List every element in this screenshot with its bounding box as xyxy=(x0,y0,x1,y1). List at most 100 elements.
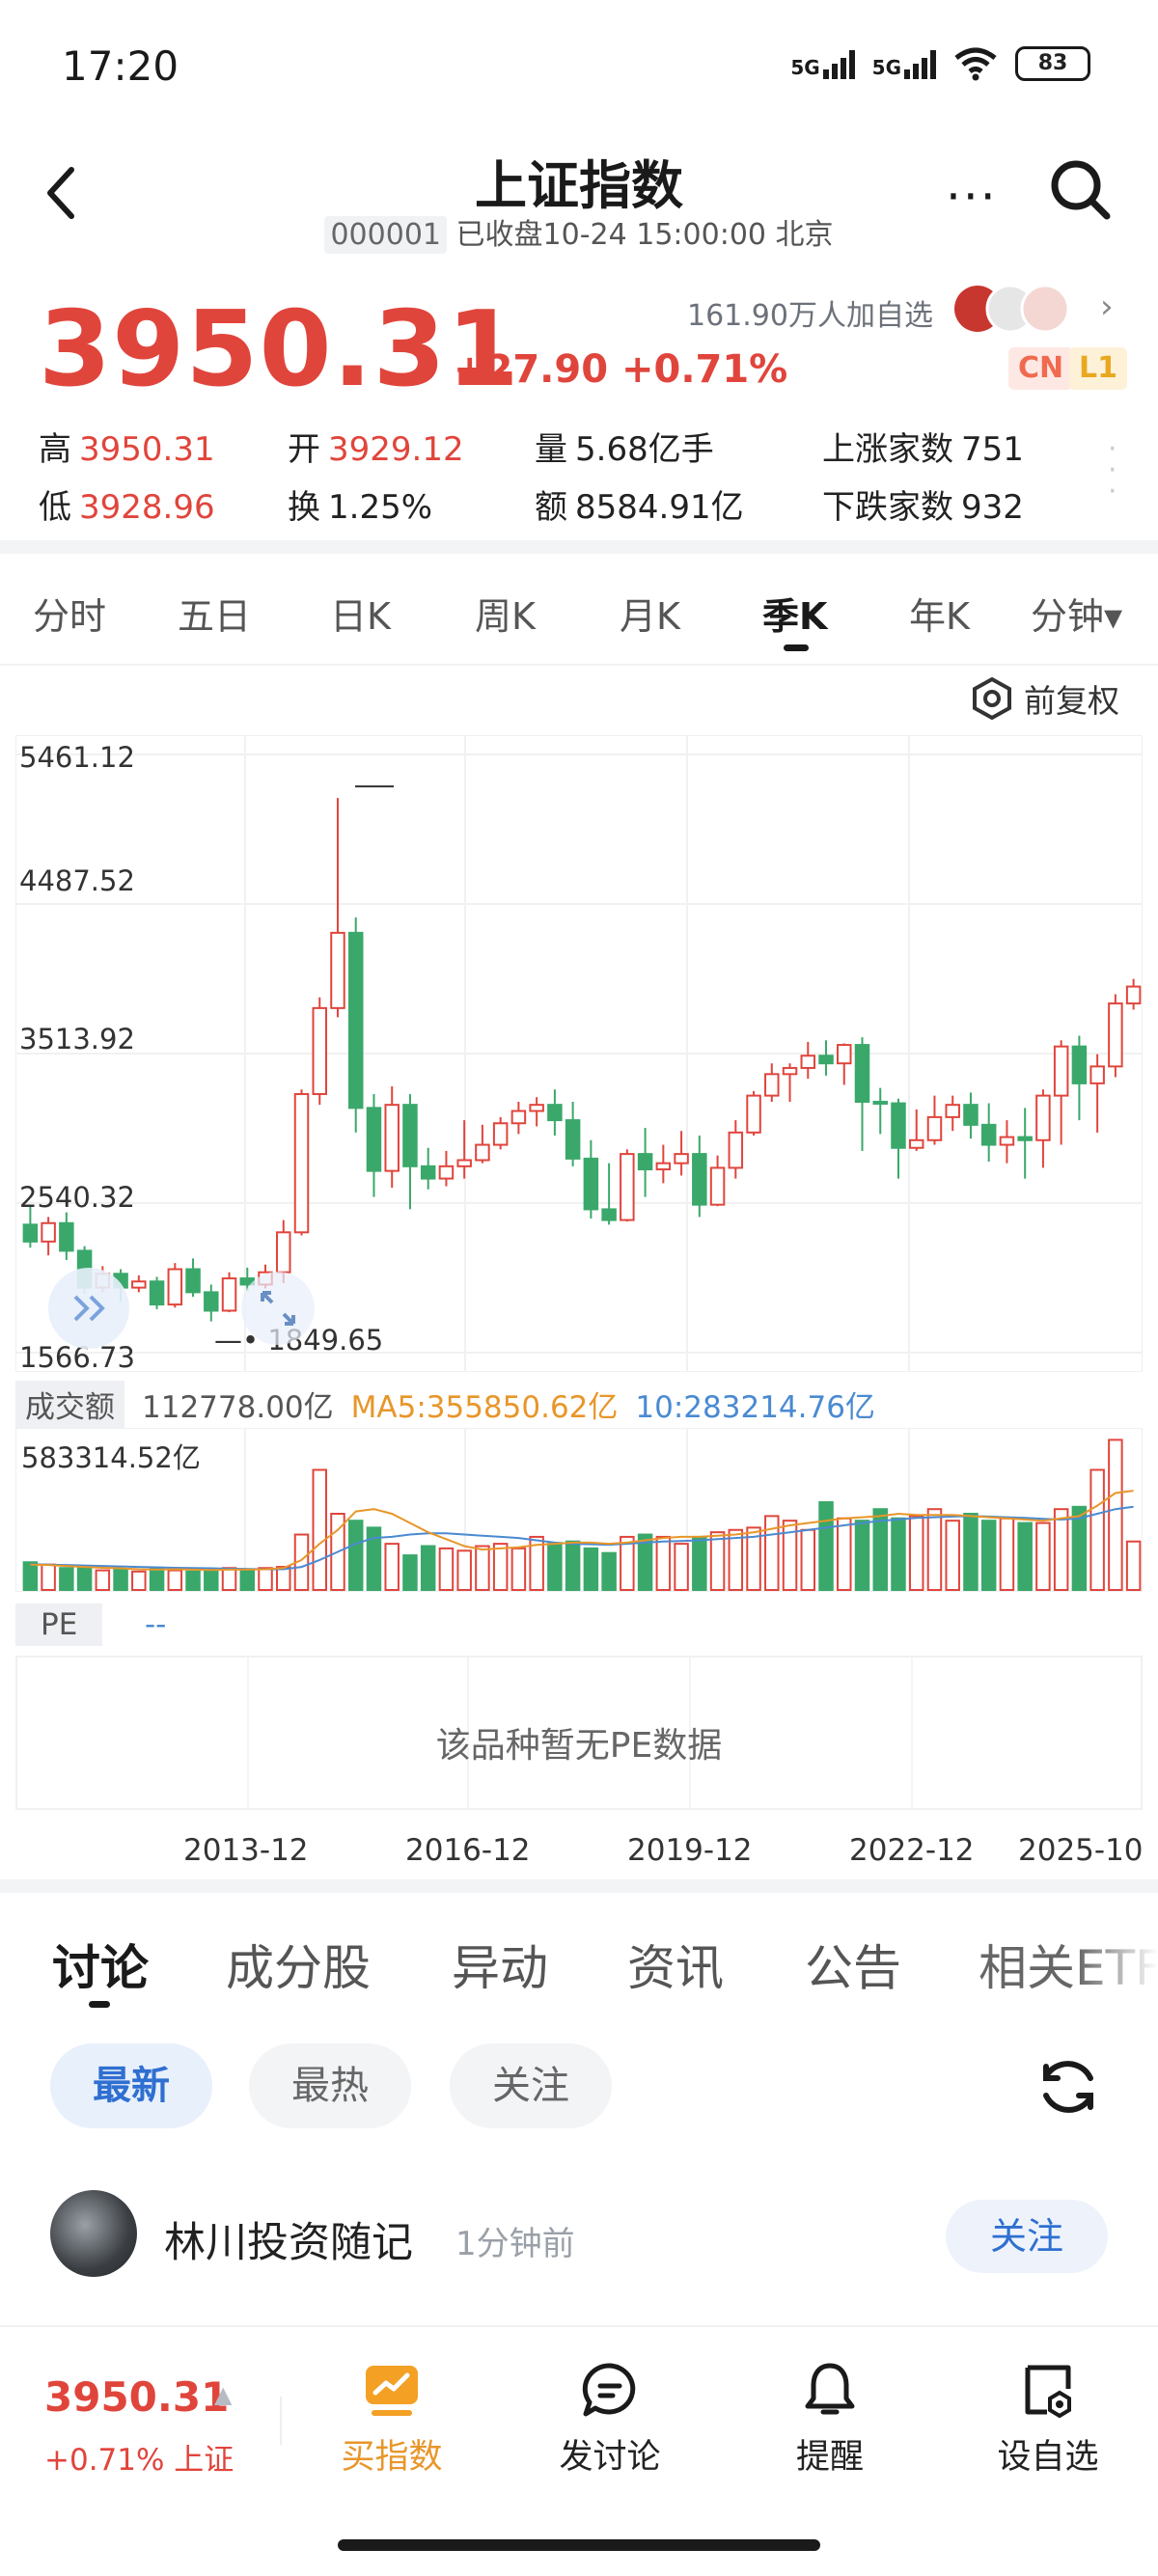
stat-open: 开 3929.12 xyxy=(288,430,464,469)
candle xyxy=(782,1063,798,1102)
x-tick-label: 2019-12 xyxy=(627,1833,753,1868)
candle xyxy=(330,798,345,1018)
watchlist-settings-icon xyxy=(1025,2365,1071,2419)
volume-bar xyxy=(312,1468,327,1591)
volume-bar xyxy=(22,1561,39,1591)
volume-bar xyxy=(149,1567,165,1591)
volume-bar xyxy=(800,1528,816,1591)
add-watchlist-button[interactable]: 设自选 xyxy=(971,2360,1125,2479)
filter-hot[interactable]: 最热 xyxy=(249,2043,411,2128)
watchers-count[interactable]: 161.90万人加自选 xyxy=(687,291,933,334)
candle xyxy=(312,997,327,1106)
more-stats-icon[interactable]: · · · xyxy=(1108,435,1117,507)
alert-button[interactable]: 提醒 xyxy=(753,2360,907,2479)
tab-constituents[interactable]: 成分股 xyxy=(226,1930,371,1999)
divider xyxy=(0,540,1158,554)
volume-max-label: 583314.52亿 xyxy=(21,1441,201,1474)
tab-movements[interactable]: 异动 xyxy=(452,1930,548,1999)
volume-bar xyxy=(41,1563,56,1592)
tab-yearly-k[interactable]: 年K xyxy=(909,587,970,640)
candle xyxy=(402,1094,418,1210)
refresh-icon[interactable] xyxy=(1034,2053,1102,2121)
turnover-value: 112778.00亿 xyxy=(142,1389,334,1425)
stock-code: 000001 xyxy=(324,216,447,254)
search-icon[interactable] xyxy=(1047,156,1115,224)
volume-bar xyxy=(999,1517,1015,1591)
market-tag-cn: CN xyxy=(1008,347,1074,390)
candle xyxy=(999,1120,1015,1164)
filter-following[interactable]: 关注 xyxy=(450,2043,612,2128)
bottom-change[interactable]: +0.71% 上证 xyxy=(44,2435,234,2479)
follow-button[interactable]: 关注 xyxy=(946,2200,1108,2273)
tab-monthly-k[interactable]: 月K xyxy=(620,587,680,640)
volume-bar xyxy=(167,1569,183,1592)
volume-bar xyxy=(239,1568,256,1591)
volume-bar xyxy=(185,1570,201,1591)
volume-bar xyxy=(510,1547,527,1591)
candle xyxy=(655,1144,672,1184)
zoom-crosshair-icon[interactable] xyxy=(239,1270,317,1347)
y-tick-label: 2540.32 xyxy=(19,1181,135,1214)
more-icon[interactable]: ··· xyxy=(946,169,998,225)
candle xyxy=(837,1043,852,1085)
x-tick-label: 2022-12 xyxy=(849,1833,975,1868)
post-time: 1分钟前 xyxy=(455,2225,575,2263)
tab-discussion[interactable]: 讨论 xyxy=(52,1930,149,1999)
volume-bar xyxy=(854,1520,870,1591)
filter-latest[interactable]: 最新 xyxy=(50,2043,212,2128)
tab-weekly-k[interactable]: 周K xyxy=(475,587,536,640)
avatar[interactable] xyxy=(50,2190,137,2277)
candle xyxy=(167,1263,183,1308)
bottom-price[interactable]: 3950.31 xyxy=(44,2373,229,2421)
candle xyxy=(764,1063,780,1102)
volume-bar xyxy=(384,1543,400,1592)
level-tag-l1: L1 xyxy=(1069,347,1127,390)
candle xyxy=(637,1128,653,1197)
clock: 17:20 xyxy=(62,42,179,90)
volume-bar xyxy=(837,1517,852,1591)
tab-five-day[interactable]: 五日 xyxy=(178,587,251,640)
kline-chart[interactable] xyxy=(15,735,1143,1372)
watcher-avatars[interactable] xyxy=(951,282,1086,336)
tab-intraday[interactable]: 分时 xyxy=(33,587,106,640)
close-status: 已收盘10-24 15:00:00 北京 xyxy=(455,218,834,252)
pe-label[interactable]: PE xyxy=(15,1603,103,1646)
tab-announcements[interactable]: 公告 xyxy=(805,1930,901,1999)
pe-value: -- xyxy=(145,1607,167,1642)
tab-related-etf[interactable]: 相关ETF xyxy=(979,1930,1158,1999)
candle xyxy=(366,1094,382,1197)
candle xyxy=(980,1103,997,1163)
chevron-right-icon[interactable]: › xyxy=(1100,288,1114,326)
stat-low: 低 3928.96 xyxy=(39,488,215,527)
volume-bar xyxy=(1017,1521,1033,1591)
candle xyxy=(818,1040,834,1076)
expand-chart-icon[interactable] xyxy=(46,1266,131,1351)
y-tick-label: 4487.52 xyxy=(19,864,135,897)
tab-news[interactable]: 资讯 xyxy=(627,1930,724,1999)
chart-grid xyxy=(15,735,1143,1372)
tab-daily-k[interactable]: 日K xyxy=(330,587,391,640)
tab-quarterly-k[interactable]: 季K xyxy=(762,587,827,640)
price-change: +27.90 +0.71% xyxy=(454,347,788,392)
buy-index-button[interactable]: 买指数 xyxy=(315,2360,469,2479)
tab-minute[interactable]: 分钟▾ xyxy=(1031,587,1122,640)
candle xyxy=(221,1272,237,1313)
volume-bar xyxy=(113,1568,128,1591)
candle xyxy=(149,1276,165,1309)
volume-legend: 成交额 112778.00亿 MA5:355850.62亿 10:283214.… xyxy=(15,1380,875,1428)
price-adjust-toggle[interactable]: 前复权 xyxy=(970,675,1119,722)
volume-bar xyxy=(276,1566,291,1592)
post-discussion-button[interactable]: 发讨论 xyxy=(533,2360,687,2479)
volume-bar xyxy=(709,1531,726,1591)
volume-bar xyxy=(131,1570,147,1591)
candle xyxy=(293,1089,310,1236)
volume-bar xyxy=(945,1520,960,1591)
content-tabs: 讨论 成分股 异动 资讯 公告 相关ETF xyxy=(0,1920,1158,2026)
candle xyxy=(492,1116,509,1150)
volume-bar xyxy=(456,1549,472,1591)
post-author[interactable]: 林川投资随记 xyxy=(164,2209,413,2269)
candle xyxy=(601,1163,617,1225)
turnover-label[interactable]: 成交额 xyxy=(15,1380,124,1428)
candle xyxy=(347,917,364,1133)
ma5-value: MA5:355850.62亿 xyxy=(350,1389,619,1425)
